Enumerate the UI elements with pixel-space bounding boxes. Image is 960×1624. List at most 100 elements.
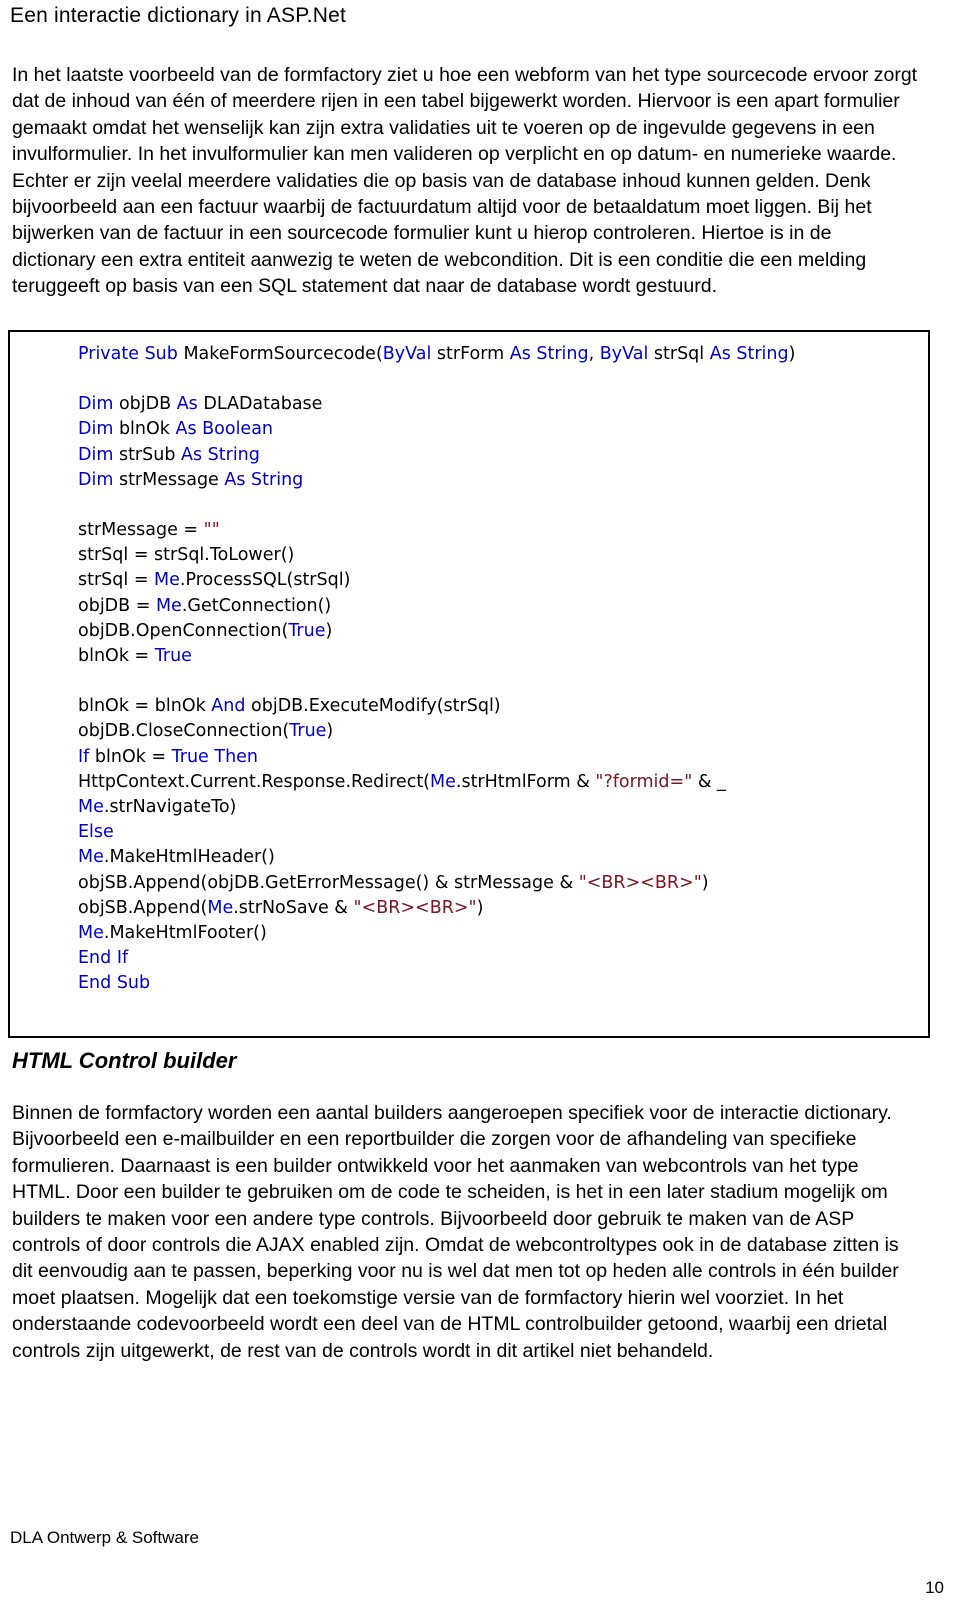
code-text: HttpContext.Current.Response.Redirect( <box>78 771 431 792</box>
code-keyword: Me <box>430 771 456 792</box>
code-example-box: Private Sub MakeFormSourcecode(ByVal str… <box>8 330 930 1038</box>
code-string-literal: "<BR><BR>" <box>353 897 477 918</box>
code-keyword: End Sub <box>78 973 151 994</box>
code-keyword: Me <box>78 923 104 944</box>
code-keyword: As String <box>224 469 304 490</box>
code-text: .strNoSave & <box>233 897 354 918</box>
code-text: objSB.Append( <box>78 897 208 918</box>
code-line: objSB.Append(objDB.GetErrorMessage() & s… <box>78 871 922 896</box>
code-text: strMessage <box>118 469 225 490</box>
code-string-literal: "<BR><BR>" <box>578 872 702 893</box>
code-line: HttpContext.Current.Response.Redirect(Me… <box>78 770 922 795</box>
code-text: objDB <box>118 394 177 415</box>
section-heading-html-control-builder: HTML Control builder <box>12 1048 237 1073</box>
code-text: ) <box>326 721 334 742</box>
running-header: Een interactie dictionary in ASP.Net <box>10 4 347 27</box>
footer-company-name: DLA Ontwerp & Software <box>10 1528 199 1547</box>
code-keyword: True <box>154 646 192 667</box>
code-text: MakeFormSourcecode( <box>183 344 383 364</box>
code-line: End If <box>78 946 922 971</box>
code-text: .strHtmlForm & <box>455 771 596 792</box>
code-keyword: Private Sub <box>78 344 184 364</box>
code-line: objDB = Me.GetConnection() <box>78 594 922 619</box>
code-text: objDB.ExecuteModify(strSql) <box>251 696 501 717</box>
code-line: Me.MakeHtmlFooter() <box>78 921 922 946</box>
code-listing: Private Sub MakeFormSourcecode(ByVal str… <box>78 342 922 997</box>
code-text: .strNavigateTo) <box>103 797 237 818</box>
code-line: strSql = strSql.ToLower() <box>78 543 922 568</box>
code-keyword: If <box>78 746 95 767</box>
code-text: ) <box>701 872 709 893</box>
code-keyword: Dim <box>78 394 119 415</box>
code-text: strMessage = <box>78 520 204 541</box>
code-text: blnOk = blnOk <box>78 696 212 717</box>
document-page: Een interactie dictionary in ASP.Net In … <box>0 0 960 1624</box>
code-line: objDB.CloseConnection(True) <box>78 719 922 744</box>
code-line: Me.MakeHtmlHeader() <box>78 845 922 870</box>
code-keyword: Me <box>78 797 104 818</box>
outro-paragraph-block: Binnen de formfactory worden een aantal … <box>12 1100 920 1364</box>
code-line: Dim strSub As String <box>78 443 922 468</box>
code-keyword: True Then <box>171 746 259 767</box>
code-text: blnOk <box>118 419 176 440</box>
code-line: Dim strMessage As String <box>78 468 922 493</box>
code-keyword: As String <box>181 444 260 465</box>
code-line: End Sub <box>78 971 922 996</box>
code-line: strMessage = "" <box>78 518 922 543</box>
code-text: ) <box>788 344 796 364</box>
code-keyword: Me <box>78 847 104 868</box>
code-line: Me.strNavigateTo) <box>78 795 922 820</box>
code-text: objDB.OpenConnection( <box>78 620 289 641</box>
code-line: strSql = Me.ProcessSQL(strSql) <box>78 568 922 593</box>
code-keyword: ByVal <box>382 344 437 364</box>
code-text: .MakeHtmlHeader() <box>103 847 275 868</box>
code-text: strSql <box>653 344 710 364</box>
code-text: .ProcessSQL(strSql) <box>179 570 351 591</box>
code-string-literal: "" <box>203 520 220 541</box>
code-text: objSB.Append(objDB.GetErrorMessage() & s… <box>78 872 579 893</box>
code-line: objDB.OpenConnection(True) <box>78 619 922 644</box>
code-text: blnOk = <box>94 746 172 767</box>
page-number: 10 <box>925 1578 944 1597</box>
code-keyword: As String <box>709 344 789 364</box>
code-text: DLADatabase <box>203 394 323 415</box>
code-line: Dim objDB As DLADatabase <box>78 392 922 417</box>
code-text: strForm <box>436 344 510 364</box>
code-text: .MakeHtmlFooter() <box>103 923 267 944</box>
code-keyword: As Boolean <box>175 419 274 440</box>
outro-paragraph: Binnen de formfactory worden een aantal … <box>12 1102 899 1362</box>
code-text: objDB.CloseConnection( <box>78 721 290 742</box>
code-keyword: Me <box>154 570 180 591</box>
code-keyword: End If <box>78 948 129 969</box>
code-text: objDB = <box>78 595 156 616</box>
code-keyword: Dim <box>78 444 119 465</box>
code-keyword: Dim <box>78 419 119 440</box>
code-text: ) <box>325 620 333 641</box>
intro-paragraph-block: In het laatste voorbeeld van de formfact… <box>12 62 920 300</box>
code-string-literal: "?formid=" <box>595 771 693 792</box>
intro-paragraph: In het laatste voorbeeld van de formfact… <box>12 64 918 298</box>
code-line: Else <box>78 820 922 845</box>
code-keyword: Me <box>207 897 234 918</box>
code-line: Dim blnOk As Boolean <box>78 417 922 442</box>
code-text: strSql = strSql.ToLower() <box>78 545 295 566</box>
code-text: , <box>588 344 600 364</box>
code-text: ) <box>476 897 484 918</box>
code-line: If blnOk = True Then <box>78 745 922 770</box>
code-keyword: As String <box>509 344 589 364</box>
code-text: strSub <box>118 444 181 465</box>
code-keyword: As <box>176 394 204 415</box>
code-line: Private Sub MakeFormSourcecode(ByVal str… <box>78 342 922 367</box>
code-keyword: True <box>289 721 327 742</box>
code-keyword: Else <box>78 822 114 843</box>
code-keyword: True <box>288 620 326 641</box>
code-keyword: ByVal <box>599 344 654 364</box>
code-keyword: Dim <box>78 469 119 490</box>
code-keyword: Me <box>155 595 182 616</box>
code-text: & _ <box>692 771 726 792</box>
code-keyword: And <box>211 696 252 717</box>
code-text: blnOk = <box>78 646 155 667</box>
code-line: blnOk = blnOk And objDB.ExecuteModify(st… <box>78 694 922 719</box>
code-line: objSB.Append(Me.strNoSave & "<BR><BR>") <box>78 896 922 921</box>
